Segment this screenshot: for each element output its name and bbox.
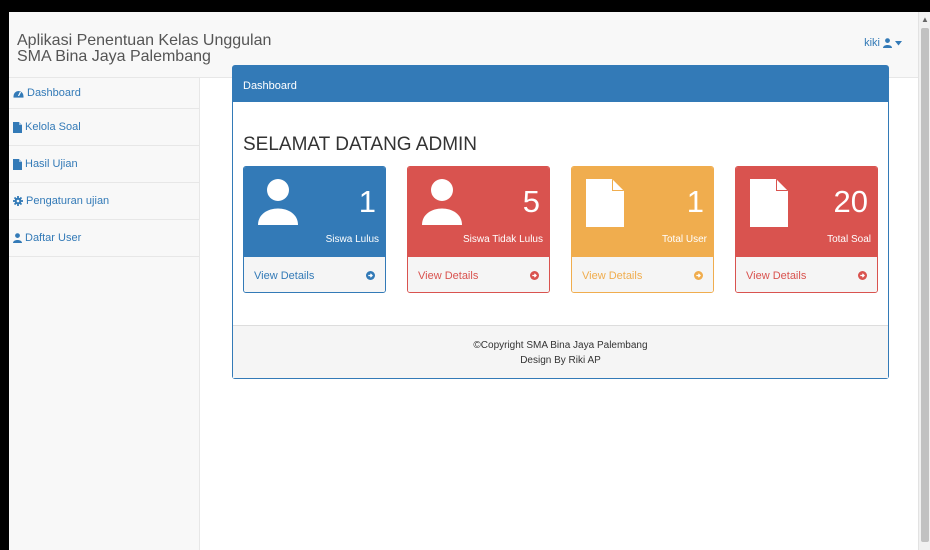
file-icon xyxy=(13,158,22,170)
welcome-heading: SELAMAT DATANG ADMIN xyxy=(243,134,478,155)
view-details-link[interactable]: View Details xyxy=(408,257,549,292)
sidebar: Dashboard Kelola Soal Hasil Ujian Pengat… xyxy=(9,78,200,550)
stat-value: 5 xyxy=(522,184,540,219)
stat-card-total-soal: 20 Total Soal View Details xyxy=(735,166,878,293)
stat-label: Total Soal xyxy=(827,234,871,245)
scroll-up-icon[interactable]: ▲ xyxy=(921,16,929,24)
view-details-label: View Details xyxy=(582,269,643,282)
dashboard-icon xyxy=(13,91,24,98)
caret-down-icon xyxy=(895,40,902,45)
stat-label: Siswa Lulus xyxy=(325,234,379,245)
stat-value: 1 xyxy=(358,184,376,219)
file-icon xyxy=(13,121,22,133)
sidebar-item-hasil-ujian[interactable]: Hasil Ujian xyxy=(9,146,199,183)
arrow-circle-right-icon xyxy=(530,271,539,280)
stat-card-siswa-lulus: 1 Siswa Lulus View Details xyxy=(243,166,386,293)
stat-card-total-user: 1 Total User View Details xyxy=(571,166,714,293)
stat-label: Total User xyxy=(661,234,707,245)
arrow-circle-right-icon xyxy=(858,271,867,280)
user-icon xyxy=(422,179,462,225)
user-icon xyxy=(883,38,892,48)
view-details-link[interactable]: View Details xyxy=(244,257,385,292)
arrow-circle-right-icon xyxy=(694,271,703,280)
user-icon xyxy=(258,179,298,225)
scroll-thumb[interactable] xyxy=(921,28,929,542)
sidebar-item-kelola-soal[interactable]: Kelola Soal xyxy=(9,109,199,146)
file-icon xyxy=(750,179,788,227)
user-menu[interactable]: kiki xyxy=(864,37,902,49)
sidebar-item-label: Hasil Ujian xyxy=(25,158,78,170)
sidebar-item-pengaturan-ujian[interactable]: Pengaturan ujian xyxy=(9,183,199,220)
view-details-label: View Details xyxy=(418,269,479,282)
vertical-scrollbar[interactable]: ▲ xyxy=(918,12,930,550)
stat-value: 20 xyxy=(833,184,868,219)
arrow-circle-right-icon xyxy=(366,271,375,280)
view-details-label: View Details xyxy=(746,269,807,282)
design-credit: Design By Riki AP xyxy=(520,355,601,366)
stat-label: Siswa Tidak Lulus xyxy=(462,234,543,245)
stat-card-siswa-tidak-lulus: 5 Siswa Tidak Lulus View Details xyxy=(407,166,550,293)
panel-footer: ©Copyright SMA Bina Jaya Palembang Desig… xyxy=(233,325,888,378)
sidebar-item-daftar-user[interactable]: Daftar User xyxy=(9,220,199,257)
stat-value: 1 xyxy=(686,184,704,219)
brand-title-line2: SMA Bina Jaya Palembang xyxy=(17,48,211,65)
sidebar-item-label: Kelola Soal xyxy=(25,121,81,133)
sidebar-item-label: Pengaturan ujian xyxy=(26,195,110,207)
file-icon xyxy=(586,179,624,227)
view-details-label: View Details xyxy=(254,269,315,282)
username: kiki xyxy=(864,37,880,49)
sidebar-item-dashboard[interactable]: Dashboard xyxy=(9,78,199,109)
user-icon xyxy=(13,233,22,243)
sidebar-item-label: Daftar User xyxy=(25,232,82,244)
brand-title[interactable]: Aplikasi Penentuan Kelas Unggulan SMA Bi… xyxy=(17,33,271,65)
dashboard-panel: Dashboard SELAMAT DATANG ADMIN 1 Siswa L… xyxy=(232,65,889,379)
window-frame-left xyxy=(0,0,9,550)
copyright-text: ©Copyright SMA Bina Jaya Palembang xyxy=(473,340,648,351)
gear-icon xyxy=(13,196,23,206)
brand-title-line1: Aplikasi Penentuan Kelas Unggulan xyxy=(17,32,272,49)
window-frame-top xyxy=(0,0,930,12)
view-details-link[interactable]: View Details xyxy=(736,257,877,292)
panel-heading: Dashboard xyxy=(233,66,888,102)
sidebar-item-label: Dashboard xyxy=(27,87,81,99)
view-details-link[interactable]: View Details xyxy=(572,257,713,292)
